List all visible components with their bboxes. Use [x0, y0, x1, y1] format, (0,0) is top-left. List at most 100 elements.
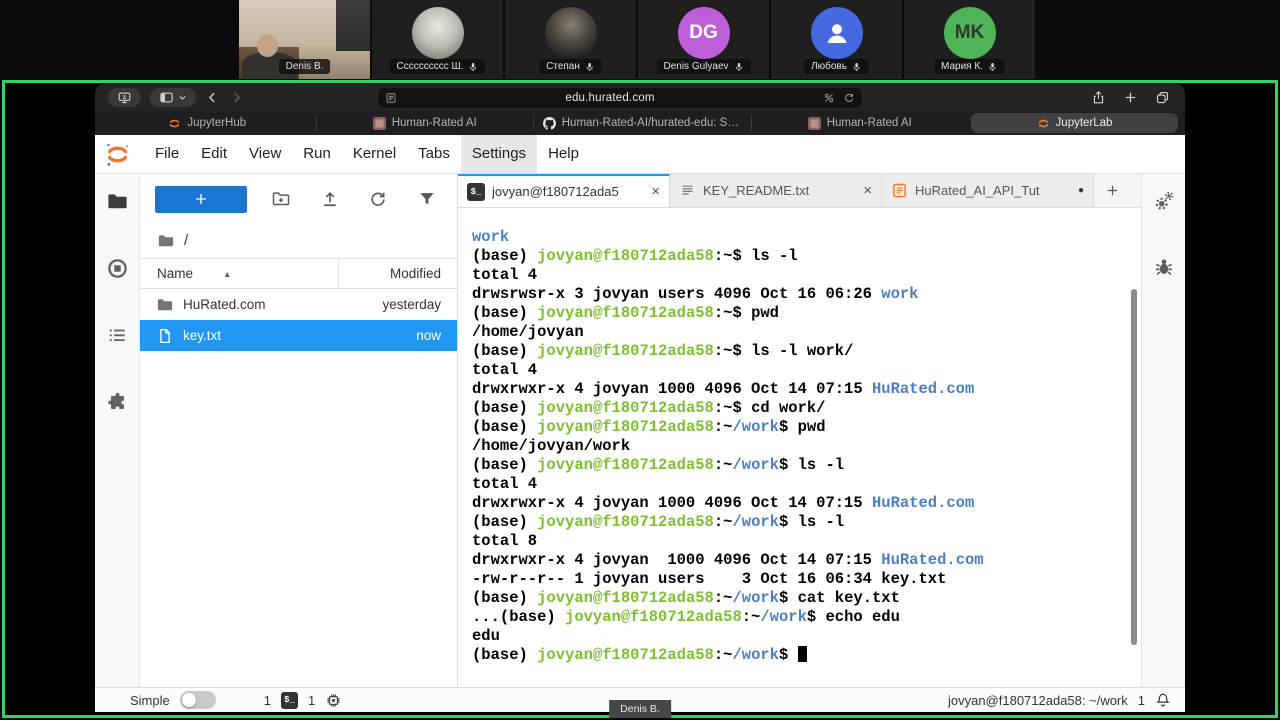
participant-avatar: MK [944, 7, 996, 59]
menu-file[interactable]: File [144, 135, 190, 173]
participant-tile[interactable]: DGDenis Gulyaev [638, 0, 769, 79]
terminal-line: work [472, 228, 1141, 247]
jupyter-favicon [168, 117, 181, 130]
sidebar-button[interactable] [150, 88, 196, 107]
breadcrumb[interactable]: / [140, 224, 457, 258]
menu-tabs[interactable]: Tabs [407, 135, 461, 173]
mic-icon [468, 62, 478, 72]
browser-tab[interactable]: Human-Rated AI [317, 115, 535, 131]
menu-view[interactable]: View [238, 135, 292, 173]
menu-edit[interactable]: Edit [190, 135, 238, 173]
terminal-output[interactable]: work(base) jovyan@f180712ada58:~$ ls -lt… [458, 208, 1141, 687]
browser-window: edu.hurated.com JupyterHubHuman-Rated AI… [95, 84, 1185, 712]
bell-icon[interactable] [1155, 692, 1171, 708]
column-modified[interactable]: Modified [338, 259, 457, 288]
column-name[interactable]: Name ▲ [140, 266, 338, 281]
new-tab-button[interactable] [1123, 90, 1138, 105]
terminal-line: drwxrwxr-x 4 jovyan 1000 4096 Oct 14 07:… [472, 494, 1141, 513]
url-text: edu.hurated.com [397, 92, 823, 104]
session-label[interactable]: jovyan@f180712ada58: ~/work [948, 693, 1128, 708]
file-browser-toolbar [140, 174, 457, 224]
jupyterlab-body: / Name ▲ Modified HuRated.comyesterdayke… [95, 173, 1185, 687]
property-inspector-tab[interactable] [1153, 190, 1175, 212]
participant-tile[interactable]: MKМария К. [904, 0, 1035, 79]
hurated-favicon [373, 117, 386, 130]
menu-run[interactable]: Run [292, 135, 342, 173]
participant-tile[interactable]: Cccccccccc Ш. [372, 0, 503, 79]
share-button[interactable] [1091, 90, 1106, 105]
filter-button[interactable] [417, 189, 437, 209]
upload-button[interactable] [320, 189, 340, 209]
file-browser-tab[interactable] [106, 190, 129, 213]
right-sidebar [1141, 174, 1185, 687]
sharer-name-label: Denis B. [609, 700, 671, 718]
terminal-line: total 4 [472, 475, 1141, 494]
reader-icon[interactable] [385, 92, 397, 104]
participant-tile[interactable]: Степан [505, 0, 636, 79]
participant-tile[interactable]: Denis B. [239, 0, 370, 79]
new-launcher-button[interactable] [155, 186, 247, 213]
tab-overview-button[interactable] [1155, 90, 1170, 105]
terminal-line: drwxrwxr-x 4 jovyan 1000 4096 Oct 14 07:… [472, 551, 1141, 570]
browser-tab[interactable]: Human-Rated AI [752, 115, 969, 131]
file-list-header: Name ▲ Modified [140, 258, 457, 289]
folder-icon [157, 232, 175, 250]
terminal-line: (base) jovyan@f180712ada58:~/work$ [472, 646, 1141, 665]
terminal-line: edu [472, 627, 1141, 646]
terminal-scrollbar[interactable] [1131, 289, 1137, 645]
close-tab-button[interactable]: × [651, 183, 660, 200]
participant-name: Denis Gulyaev [656, 59, 750, 74]
notebook-icon [891, 182, 908, 199]
doc-tab[interactable]: $_jovyan@f180712ada5× [458, 174, 670, 207]
kernel-icon [325, 692, 342, 709]
reload-button[interactable] [843, 92, 855, 104]
forward-button[interactable] [229, 90, 244, 105]
debugger-tab[interactable] [1153, 256, 1175, 278]
terminal-line: /home/jovyan/work [472, 437, 1141, 456]
browser-tab[interactable]: JupyterLab [971, 113, 1178, 133]
translate-icon[interactable] [823, 92, 835, 104]
terminal-line: (base) jovyan@f180712ada58:~$ pwd [472, 304, 1141, 323]
file-row[interactable]: key.txtnow [140, 320, 457, 351]
mic-icon [852, 62, 862, 72]
terminal-cursor [798, 646, 807, 662]
jupyterlab: FileEditViewRunKernelTabsSettingsHelp [95, 135, 1185, 712]
participant-tile[interactable]: Любовь [771, 0, 902, 79]
terminal-line: (base) jovyan@f180712ada58:~$ ls -l [472, 247, 1141, 266]
doc-tab[interactable]: HuRated_AI_API_Tut● [882, 174, 1094, 207]
terminal-line: (base) jovyan@f180712ada58:~/work$ ls -l [472, 456, 1141, 475]
file-browser-actions [247, 189, 437, 209]
terminal-line: total 4 [472, 266, 1141, 285]
browser-tab-bar: JupyterHubHuman-Rated AIHuman-Rated-AI/h… [95, 111, 1185, 135]
new-folder-button[interactable] [271, 189, 291, 209]
terminal-line: drwxrwxr-x 4 jovyan 1000 4096 Oct 14 07:… [472, 380, 1141, 399]
menu-settings[interactable]: Settings [461, 135, 537, 173]
jupyter-favicon [1037, 117, 1050, 130]
terminal-line: /home/jovyan [472, 323, 1141, 342]
extensions-tab[interactable] [106, 391, 129, 414]
browser-tab[interactable]: Human-Rated-AI/hurated-edu: Self-contain… [534, 115, 752, 131]
monitor-icon [117, 90, 132, 105]
github-favicon [543, 117, 556, 130]
table-of-contents-tab[interactable] [106, 324, 129, 347]
terminal-line: total 8 [472, 532, 1141, 551]
refresh-button[interactable] [368, 189, 388, 209]
simple-mode-toggle[interactable] [180, 691, 216, 709]
file-list: HuRated.comyesterdaykey.txtnow [140, 289, 457, 351]
doc-tab[interactable]: KEY_README.txt× [670, 174, 882, 207]
file-icon [156, 327, 174, 345]
menu-help[interactable]: Help [537, 135, 590, 173]
url-bar[interactable]: edu.hurated.com [378, 88, 862, 108]
running-sessions-tab[interactable] [106, 257, 129, 280]
terminal-icon: $_ [281, 692, 298, 709]
file-row[interactable]: HuRated.comyesterday [140, 289, 457, 320]
new-tab-plus-button[interactable] [1094, 174, 1130, 207]
participant-name: Denis B. [279, 59, 331, 74]
menu-kernel[interactable]: Kernel [342, 135, 407, 173]
back-button[interactable] [205, 90, 220, 105]
screen-share-button[interactable] [108, 88, 141, 107]
browser-tab[interactable]: JupyterHub [99, 115, 317, 131]
file-browser-panel: / Name ▲ Modified HuRated.comyesterdayke… [140, 174, 458, 687]
close-tab-button[interactable]: × [863, 182, 872, 199]
toolbar-left-cluster [95, 88, 244, 107]
